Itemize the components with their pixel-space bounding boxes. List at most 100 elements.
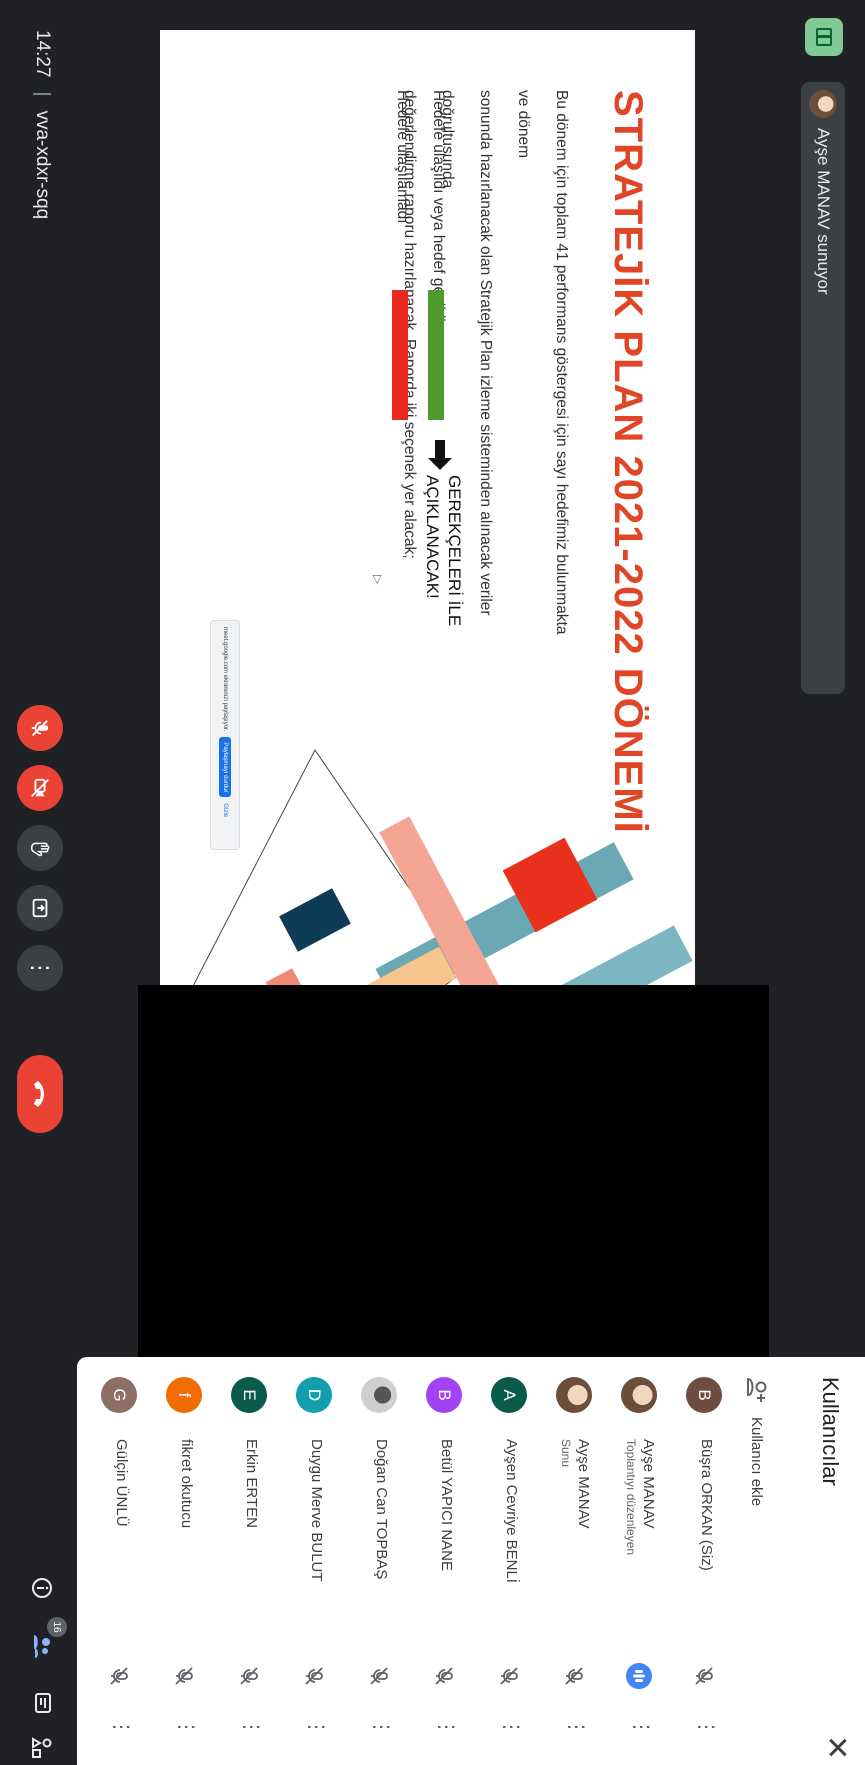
avatar: f xyxy=(166,1377,202,1413)
mic-toggle-button[interactable] xyxy=(17,705,63,751)
chat-icon xyxy=(35,1693,51,1713)
layout-button[interactable] xyxy=(805,18,843,56)
participant-name: Betül YAPICI NANE xyxy=(438,1439,455,1571)
people-icon xyxy=(34,1635,50,1658)
avatar xyxy=(556,1377,592,1413)
avatar: A xyxy=(491,1377,527,1413)
participant-row[interactable]: E Erkin ERTEN ⋮ xyxy=(225,1377,275,1747)
participant-row[interactable]: Doğan Can TOPBAŞ ⋮ xyxy=(355,1377,405,1747)
legend-bar-red xyxy=(392,290,408,420)
mic-off-icon xyxy=(31,720,49,736)
video-tile[interactable] xyxy=(138,985,769,1359)
presentation-slide: STRATEJİK PLAN 2021-2022 DÖNEMİ Bu dönem… xyxy=(160,30,695,1070)
separator: | xyxy=(32,91,53,97)
present-button[interactable] xyxy=(17,885,63,931)
layout-icon xyxy=(816,28,832,46)
avatar xyxy=(621,1377,657,1413)
close-icon[interactable]: ✕ xyxy=(820,1735,853,1760)
stop-sharing-button[interactable]: Paylaşmayı durdur xyxy=(219,737,231,798)
participant-row[interactable]: B Büşra ORKAN (Siz) ⋮ xyxy=(680,1377,730,1747)
participant-more-icon[interactable]: ⋮ xyxy=(694,1717,718,1738)
mic-muted-icon xyxy=(690,1662,718,1690)
participant-row[interactable]: D Duygu Merve BULUT ⋮ xyxy=(290,1377,340,1747)
hide-share-bar-button[interactable]: Gizle xyxy=(222,803,228,817)
mic-muted-icon xyxy=(365,1662,393,1690)
add-people-button[interactable]: Kullanıcı ekle xyxy=(744,1377,770,1506)
participant-more-icon[interactable]: ⋮ xyxy=(239,1717,263,1738)
slide-body-line: Bu dönem için toplam 41 performans göste… xyxy=(515,90,570,635)
avatar xyxy=(361,1377,397,1413)
avatar: E xyxy=(231,1377,267,1413)
participant-more-icon[interactable]: ⋮ xyxy=(174,1717,198,1738)
camera-toggle-button[interactable] xyxy=(17,765,63,811)
participant-more-icon[interactable]: ⋮ xyxy=(369,1717,393,1738)
participant-more-icon[interactable]: ⋮ xyxy=(304,1717,328,1738)
legend-label-not-achieved: Hedefe ulaşılamadı xyxy=(394,90,411,224)
activities-icon xyxy=(32,1737,52,1758)
add-person-icon xyxy=(747,1377,767,1402)
presenter-avatar xyxy=(809,90,837,118)
mic-muted-icon xyxy=(170,1662,198,1690)
participant-more-icon[interactable]: ⋮ xyxy=(434,1717,458,1738)
presenter-banner[interactable]: Ayşe MANAV sunuyor xyxy=(801,82,845,694)
add-people-label: Kullanıcı ekle xyxy=(748,1417,766,1507)
participant-role: Toplantıyı düzenleyen xyxy=(624,1439,638,1556)
presenter-text: Ayşe MANAV sunuyor xyxy=(814,128,833,295)
activities-button[interactable] xyxy=(19,1725,65,1765)
camera-off-icon xyxy=(31,778,49,797)
participant-name: Gülçin ÜNLÜ xyxy=(113,1439,130,1527)
share-message: meet.google.com ekranınızı paylaşıyor. xyxy=(222,627,228,732)
time-and-code: 14:27 | vva-xdxr-sqq xyxy=(31,30,53,219)
avatar: D xyxy=(296,1377,332,1413)
mic-muted-icon xyxy=(560,1662,588,1690)
participant-count-badge: 16 xyxy=(47,1617,67,1637)
legend-bar-green xyxy=(428,290,444,420)
participant-more-icon[interactable]: ⋮ xyxy=(564,1717,588,1738)
mic-muted-icon xyxy=(430,1662,458,1690)
chat-button[interactable] xyxy=(19,1680,65,1726)
participant-row[interactable]: f fikret okutucu ⋮ xyxy=(160,1377,210,1747)
mic-muted-icon xyxy=(300,1662,328,1690)
participant-row[interactable]: G Gülçin ÜNLÜ ⋮ xyxy=(95,1377,145,1747)
legend-label-achieved: Hedefe ulaşıldı veya hedef geçildi xyxy=(430,90,447,322)
participant-name: Duygu Merve BULUT xyxy=(308,1439,325,1582)
participant-row[interactable]: A Ayşen Cevriye BENLİ ⋮ xyxy=(485,1377,535,1747)
participants-panel: Kullanıcılar ✕ Kullanıcı ekle B Büşra ORK… xyxy=(77,1357,865,1765)
screen-share-bar: meet.google.com ekranınızı paylaşıyor. P… xyxy=(210,620,240,850)
avatar: B xyxy=(426,1377,462,1413)
people-button[interactable]: 16 xyxy=(19,1617,67,1669)
info-icon xyxy=(32,1578,52,1598)
participant-row[interactable]: B Betül YAPICI NANE ⋮ xyxy=(420,1377,470,1747)
cursor-icon: ▷ xyxy=(371,575,385,585)
hand-icon xyxy=(31,842,50,857)
speaking-indicator-icon xyxy=(625,1662,653,1690)
participant-role: Sunu xyxy=(559,1439,573,1468)
raise-hand-button[interactable] xyxy=(17,825,63,871)
participant-name: Büşra ORKAN (Siz) xyxy=(698,1439,715,1571)
mic-muted-icon xyxy=(235,1662,263,1690)
participant-more-icon[interactable]: ⋮ xyxy=(629,1717,653,1738)
participant-name: Ayşe MANAV xyxy=(640,1439,657,1529)
control-bar: 14:27 | vva-xdxr-sqq ⋮ 16 xyxy=(0,0,75,1765)
meeting-code: vva-xdxr-sqq xyxy=(32,110,53,220)
participant-name: Ayşe MANAV xyxy=(575,1439,592,1529)
mic-muted-icon xyxy=(495,1662,523,1690)
participant-row[interactable]: Ayşe MANAV Sunu ⋮ xyxy=(550,1377,600,1747)
mic-muted-icon xyxy=(105,1662,133,1690)
slide-body: Bu dönem için toplam 41 performans göste… xyxy=(390,90,580,650)
avatar: B xyxy=(686,1377,722,1413)
hang-up-icon xyxy=(34,1081,44,1107)
participant-name: Doğan Can TOPBAŞ xyxy=(373,1439,390,1580)
meeting-details-button[interactable] xyxy=(19,1565,65,1611)
leave-call-button[interactable] xyxy=(17,1055,63,1133)
more-options-button[interactable]: ⋮ xyxy=(17,945,63,991)
participant-name: Ayşen Cevriye BENLİ xyxy=(503,1439,520,1583)
participant-more-icon[interactable]: ⋮ xyxy=(499,1717,523,1738)
present-screen-icon xyxy=(32,898,48,918)
participant-more-icon[interactable]: ⋮ xyxy=(109,1717,133,1738)
arrow-annotation: GEREKÇELERİ İLE AÇIKLANACAK! xyxy=(423,475,464,627)
participant-row[interactable]: Ayşe MANAV Toplantıyı düzenleyen ⋮ xyxy=(615,1377,665,1747)
right-arrow-icon xyxy=(428,440,452,470)
participant-name: Erkin ERTEN xyxy=(243,1439,260,1528)
panel-title: Kullanıcılar xyxy=(818,1377,843,1486)
